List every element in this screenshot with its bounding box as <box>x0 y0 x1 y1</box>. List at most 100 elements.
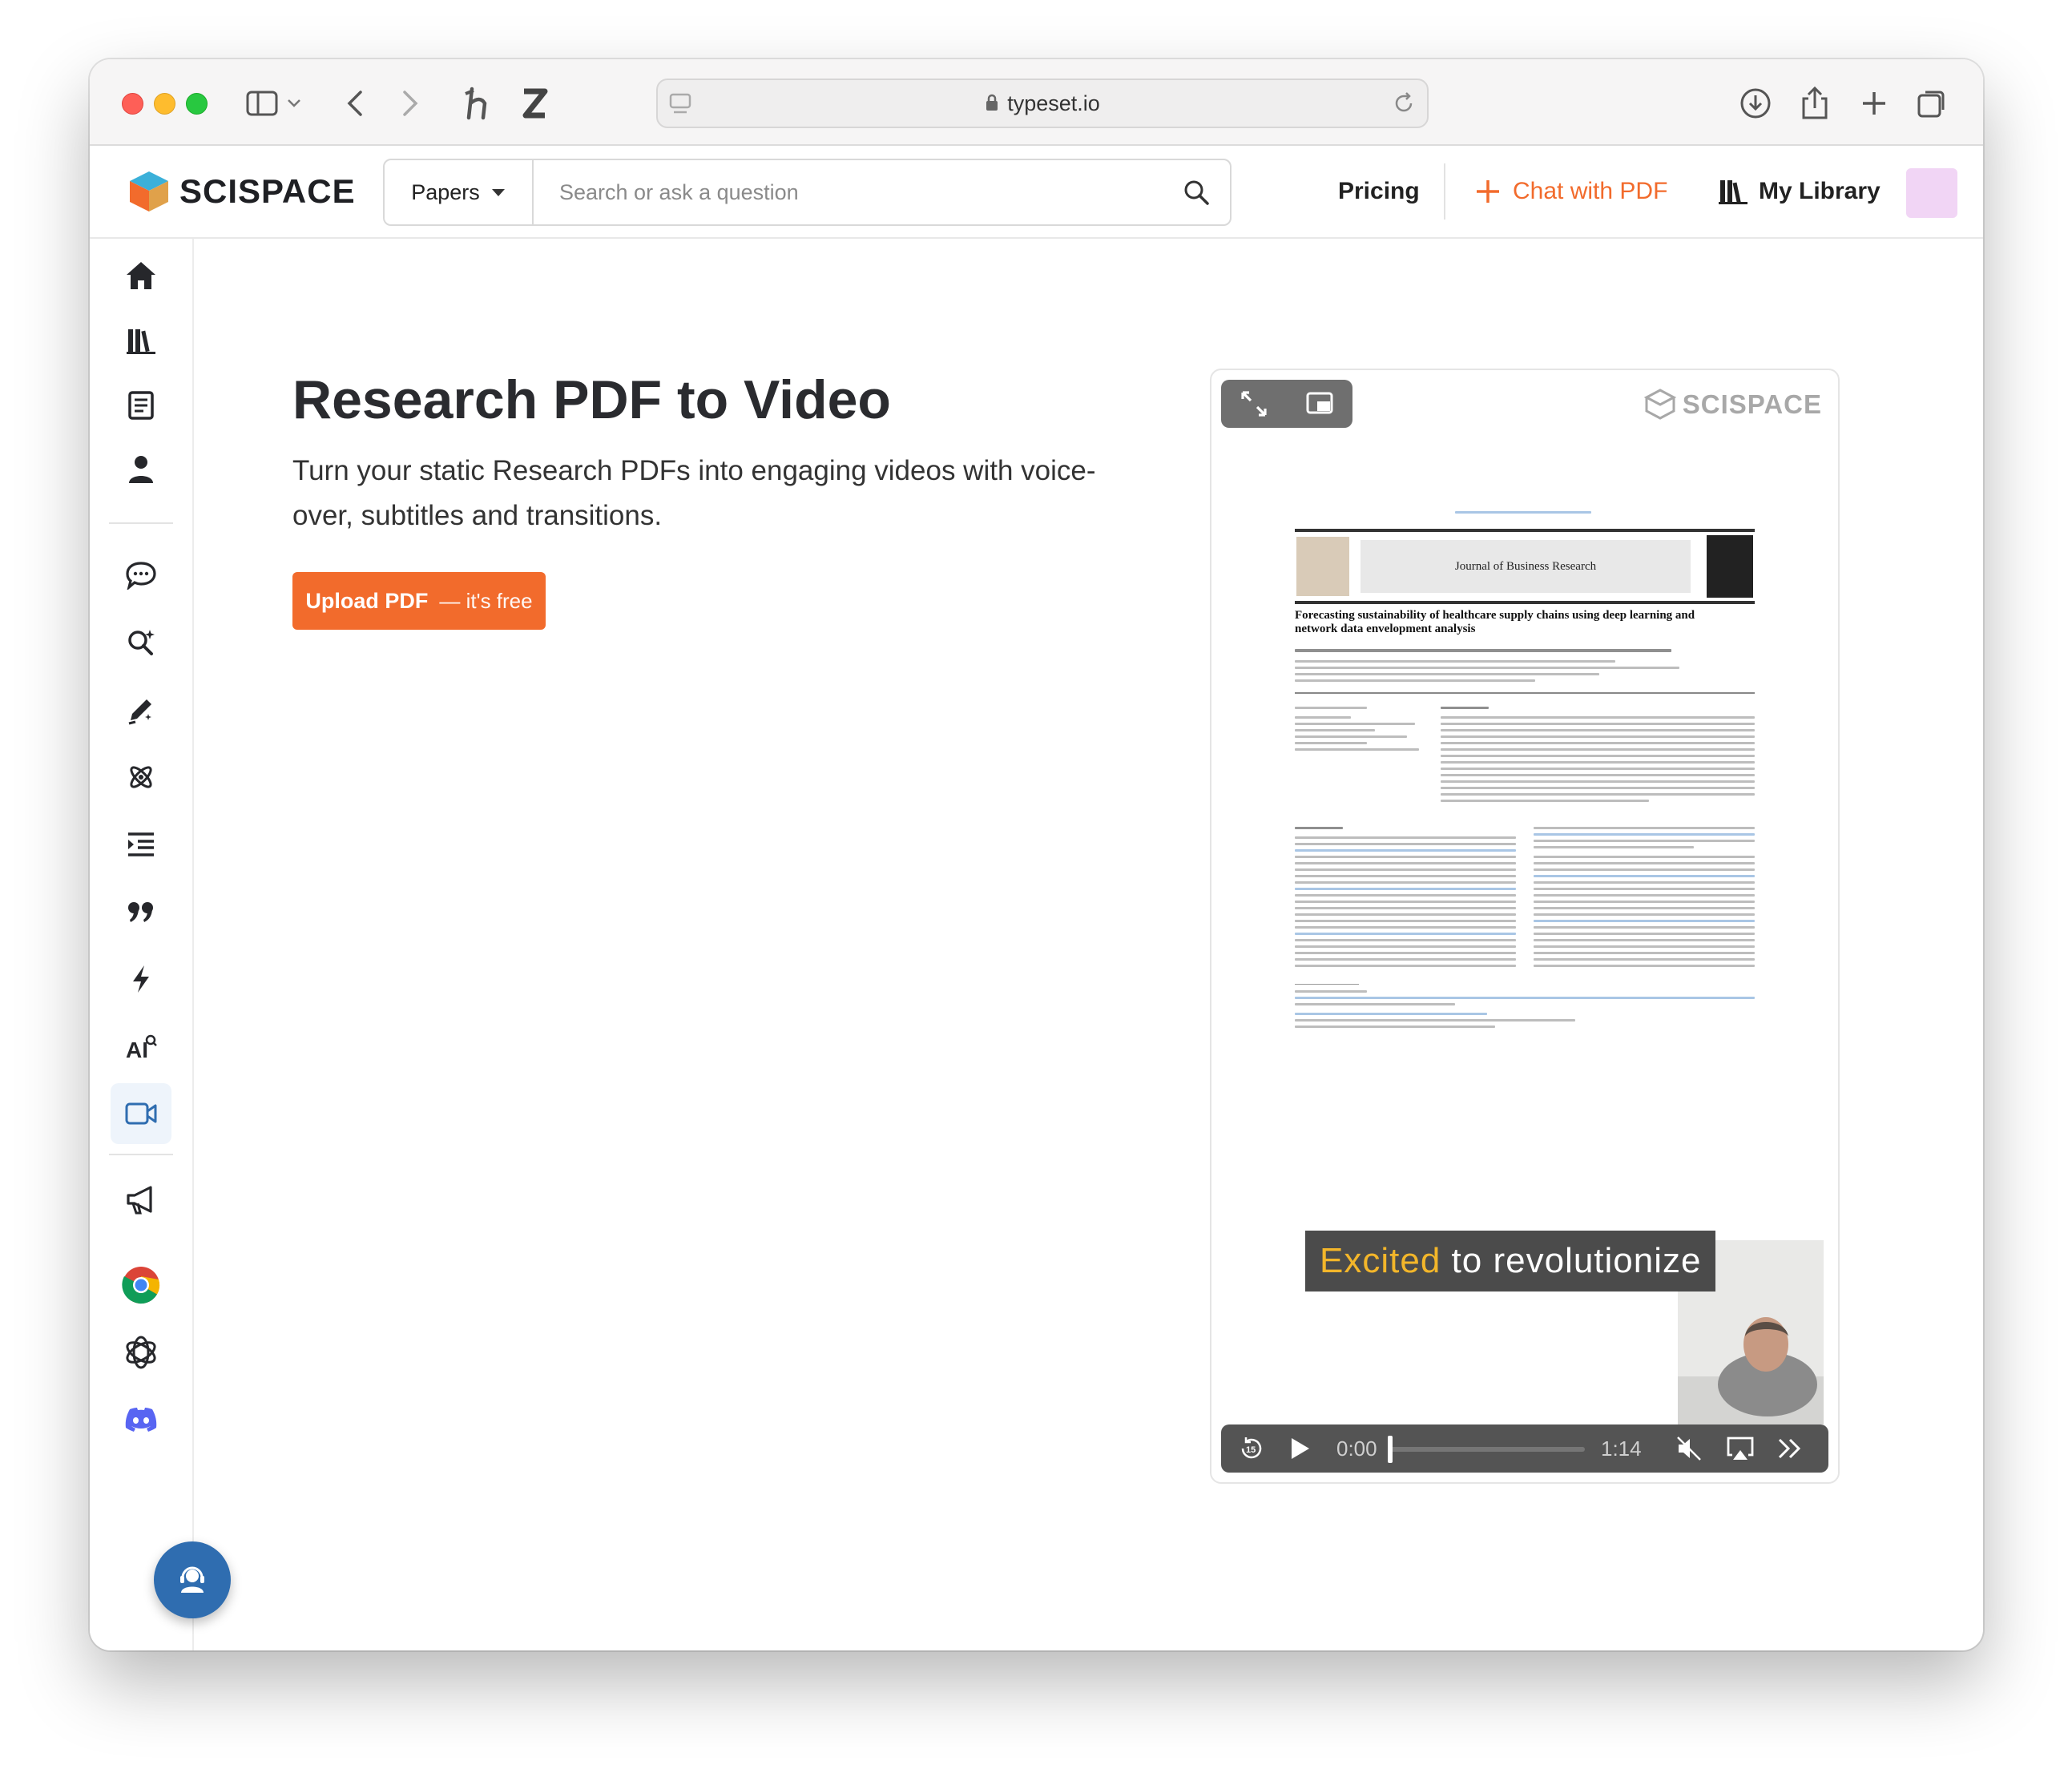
extension-h-icon[interactable] <box>458 83 498 123</box>
watermark-text: SCISPACE <box>1682 389 1822 419</box>
reload-icon[interactable] <box>1392 91 1416 115</box>
pdf-text-line <box>1534 939 1755 941</box>
upload-pdf-button[interactable]: Upload PDF — it's free <box>292 572 546 630</box>
address-bar[interactable]: typeset.io <box>656 79 1429 128</box>
scispace-logo[interactable]: SCISPACE <box>128 170 356 213</box>
pdf-text-line <box>1295 729 1375 731</box>
playback-speed-icon[interactable] <box>1774 1433 1806 1465</box>
pdf-text-line <box>1295 723 1415 725</box>
discord-icon <box>125 1408 157 1432</box>
sidebar-item-announcements[interactable] <box>111 1170 171 1231</box>
pdf-text-line <box>1455 511 1591 514</box>
support-chat-button[interactable] <box>154 1541 231 1618</box>
pdf-journal-header: Journal of Business Research <box>1295 529 1755 604</box>
pdf-text-line <box>1295 926 1516 929</box>
pdf-text-line <box>1295 673 1599 675</box>
sidebar-item-quick-actions[interactable] <box>111 949 171 1009</box>
sidebar-item-write[interactable] <box>111 679 171 740</box>
list-indent-icon <box>128 832 154 856</box>
pricing-link[interactable]: Pricing <box>1338 170 1420 213</box>
mute-icon[interactable] <box>1673 1433 1705 1465</box>
pdf-article-title: Forecasting sustainability of healthcare… <box>1295 609 1695 635</box>
airplay-icon[interactable] <box>1724 1433 1756 1465</box>
sidebar-item-chrome-extension[interactable] <box>111 1255 171 1316</box>
pdf-text-line <box>1295 920 1516 922</box>
progress-handle[interactable] <box>1388 1436 1393 1463</box>
rewind-15-icon[interactable]: 15 <box>1236 1433 1268 1465</box>
sidebar-item-video[interactable] <box>111 1083 171 1144</box>
sidebar-item-citation[interactable] <box>111 881 171 942</box>
pdf-text-line <box>1441 748 1755 751</box>
url-display[interactable]: typeset.io <box>658 80 1427 127</box>
chrome-icon <box>122 1267 160 1304</box>
pdf-text-line <box>1295 836 1516 839</box>
search-input[interactable] <box>534 160 1159 224</box>
extension-z-icon[interactable] <box>514 83 554 123</box>
pdf-text-line <box>1534 827 1755 829</box>
sidebar-item-profile[interactable] <box>111 439 171 500</box>
my-library-label: My Library <box>1759 178 1881 204</box>
pdf-text-line <box>1295 716 1351 719</box>
sidebar-divider <box>109 522 173 524</box>
chevron-down-icon[interactable] <box>282 83 306 123</box>
share-icon[interactable] <box>1795 83 1835 123</box>
pdf-text-line <box>1534 894 1755 897</box>
pdf-text-line <box>1295 958 1516 961</box>
current-time: 0:00 <box>1336 1437 1377 1461</box>
sidebar-item-integrations[interactable] <box>111 747 171 808</box>
pdf-footnote-rule <box>1295 984 1359 985</box>
video-tools <box>1221 380 1352 428</box>
new-tab-plus-icon[interactable] <box>1854 83 1894 123</box>
pdf-text-line <box>1534 862 1755 864</box>
sidebar-item-discord[interactable] <box>111 1389 171 1450</box>
maximize-window-button[interactable] <box>186 93 208 115</box>
pdf-text-line <box>1534 926 1755 929</box>
minimize-window-button[interactable] <box>154 93 175 115</box>
sidebar-item-chatgpt[interactable] <box>111 1322 171 1383</box>
pdf-text-line <box>1534 840 1755 842</box>
chat-with-pdf-link[interactable]: Chat with PDF <box>1474 170 1667 213</box>
scispace-watermark: SCISPACE <box>1643 388 1822 421</box>
sidebar-item-ai-detector[interactable]: AI <box>111 1016 171 1077</box>
pdf-text-line <box>1441 742 1755 744</box>
search-icon[interactable] <box>1180 176 1212 208</box>
search-type-dropdown[interactable]: Papers <box>385 160 534 224</box>
pdf-text-line <box>1441 761 1755 764</box>
tab-overview-icon[interactable] <box>1912 83 1952 123</box>
pdf-text-line <box>1534 907 1755 909</box>
back-arrow-icon[interactable] <box>335 83 375 123</box>
search-type-label: Papers <box>411 179 480 204</box>
pdf-text-line <box>1534 888 1755 890</box>
sidebar-toggle-icon[interactable] <box>242 83 282 123</box>
downloads-icon[interactable] <box>1735 83 1776 123</box>
sidebar-item-notebook[interactable] <box>111 375 171 436</box>
pdf-text-line <box>1441 707 1489 709</box>
pdf-text-line <box>1295 856 1516 858</box>
sidebar-item-home[interactable] <box>111 245 171 306</box>
sidebar-item-search-ai[interactable] <box>111 612 171 673</box>
pdf-text-line <box>1295 660 1615 663</box>
atom-icon <box>130 766 152 788</box>
close-window-button[interactable] <box>122 93 143 115</box>
pdf-text-line <box>1295 875 1516 877</box>
sidebar-item-outline[interactable] <box>111 814 171 875</box>
pdf-text-line <box>1295 868 1516 871</box>
user-avatar[interactable] <box>1906 168 1957 218</box>
journal-cover-thumbnail <box>1707 535 1753 598</box>
page-title: Research PDF to Video <box>292 369 891 430</box>
sidebar-item-library[interactable] <box>111 311 171 372</box>
pdf-text-line <box>1441 800 1649 802</box>
library-books-icon <box>1719 180 1747 204</box>
pdf-text-line <box>1295 965 1516 967</box>
play-icon[interactable] <box>1284 1433 1316 1465</box>
pdf-text-line <box>1534 945 1755 948</box>
pdf-section-heading <box>1295 827 1343 829</box>
scispace-watermark-icon <box>1643 389 1676 420</box>
progress-bar[interactable] <box>1388 1436 1585 1463</box>
expand-icon[interactable] <box>1240 389 1268 418</box>
forward-arrow-icon[interactable] <box>390 83 430 123</box>
picture-in-picture-icon[interactable] <box>1305 391 1334 417</box>
sidebar-item-chat[interactable] <box>111 545 171 606</box>
pdf-text-line <box>1295 997 1755 999</box>
my-library-link[interactable]: My Library <box>1719 170 1881 213</box>
